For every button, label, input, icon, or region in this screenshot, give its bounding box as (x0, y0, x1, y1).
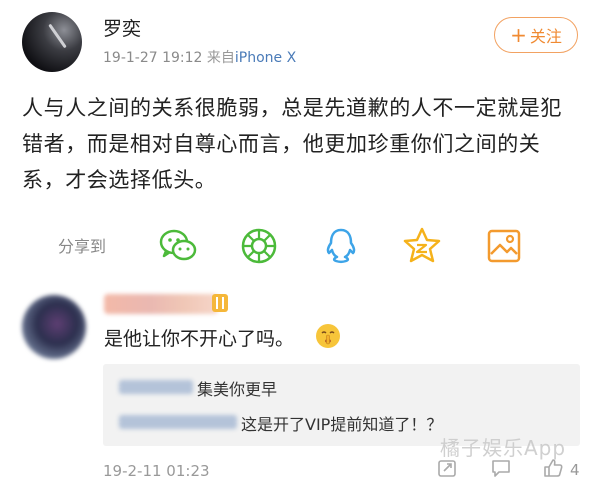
reply-text: 这是开了VIP提前知道了！？ (241, 415, 443, 434)
author-name[interactable]: 罗奕 (103, 14, 141, 41)
qq-icon[interactable] (321, 226, 361, 266)
comment-icon[interactable] (490, 457, 512, 479)
author-avatar[interactable] (22, 12, 82, 72)
share-label: 分享到 (58, 237, 107, 256)
wechat-icon[interactable] (158, 226, 198, 266)
post-meta: 19-1-27 19:12 来自iPhone X (103, 47, 296, 67)
source-device[interactable]: iPhone X (235, 50, 296, 66)
qzone-icon[interactable] (402, 226, 442, 266)
moments-icon[interactable] (239, 226, 279, 266)
shush-emoji-icon (316, 324, 340, 348)
comment-timestamp: 19-2-11 01:23 (103, 462, 210, 480)
follow-button[interactable]: + 关注 (494, 17, 578, 53)
post-text: 人与人之间的关系很脆弱，总是先道歉的人不一定就是犯错者，而是相对自尊心而言，他更… (22, 96, 562, 192)
reply-author-blurred[interactable] (119, 415, 237, 429)
share-icon[interactable] (436, 457, 458, 479)
reply-author-blurred[interactable] (119, 380, 193, 394)
comment-text: 是他让你不开心了吗。 (104, 328, 295, 350)
post-date: 19-1-27 19:12 (103, 50, 203, 66)
commenter-avatar[interactable] (22, 295, 86, 359)
like-count: 4 (570, 461, 580, 479)
plus-icon: + (510, 23, 527, 47)
reply-text: 集美你更早 (197, 380, 278, 399)
source-prefix: 来自 (206, 50, 235, 66)
follow-label: 关注 (529, 27, 562, 46)
commenter-name-blurred[interactable] (104, 294, 218, 314)
like-icon[interactable] (542, 457, 564, 479)
weibo-album-icon[interactable] (484, 226, 524, 266)
vip-badge-icon (212, 294, 228, 312)
